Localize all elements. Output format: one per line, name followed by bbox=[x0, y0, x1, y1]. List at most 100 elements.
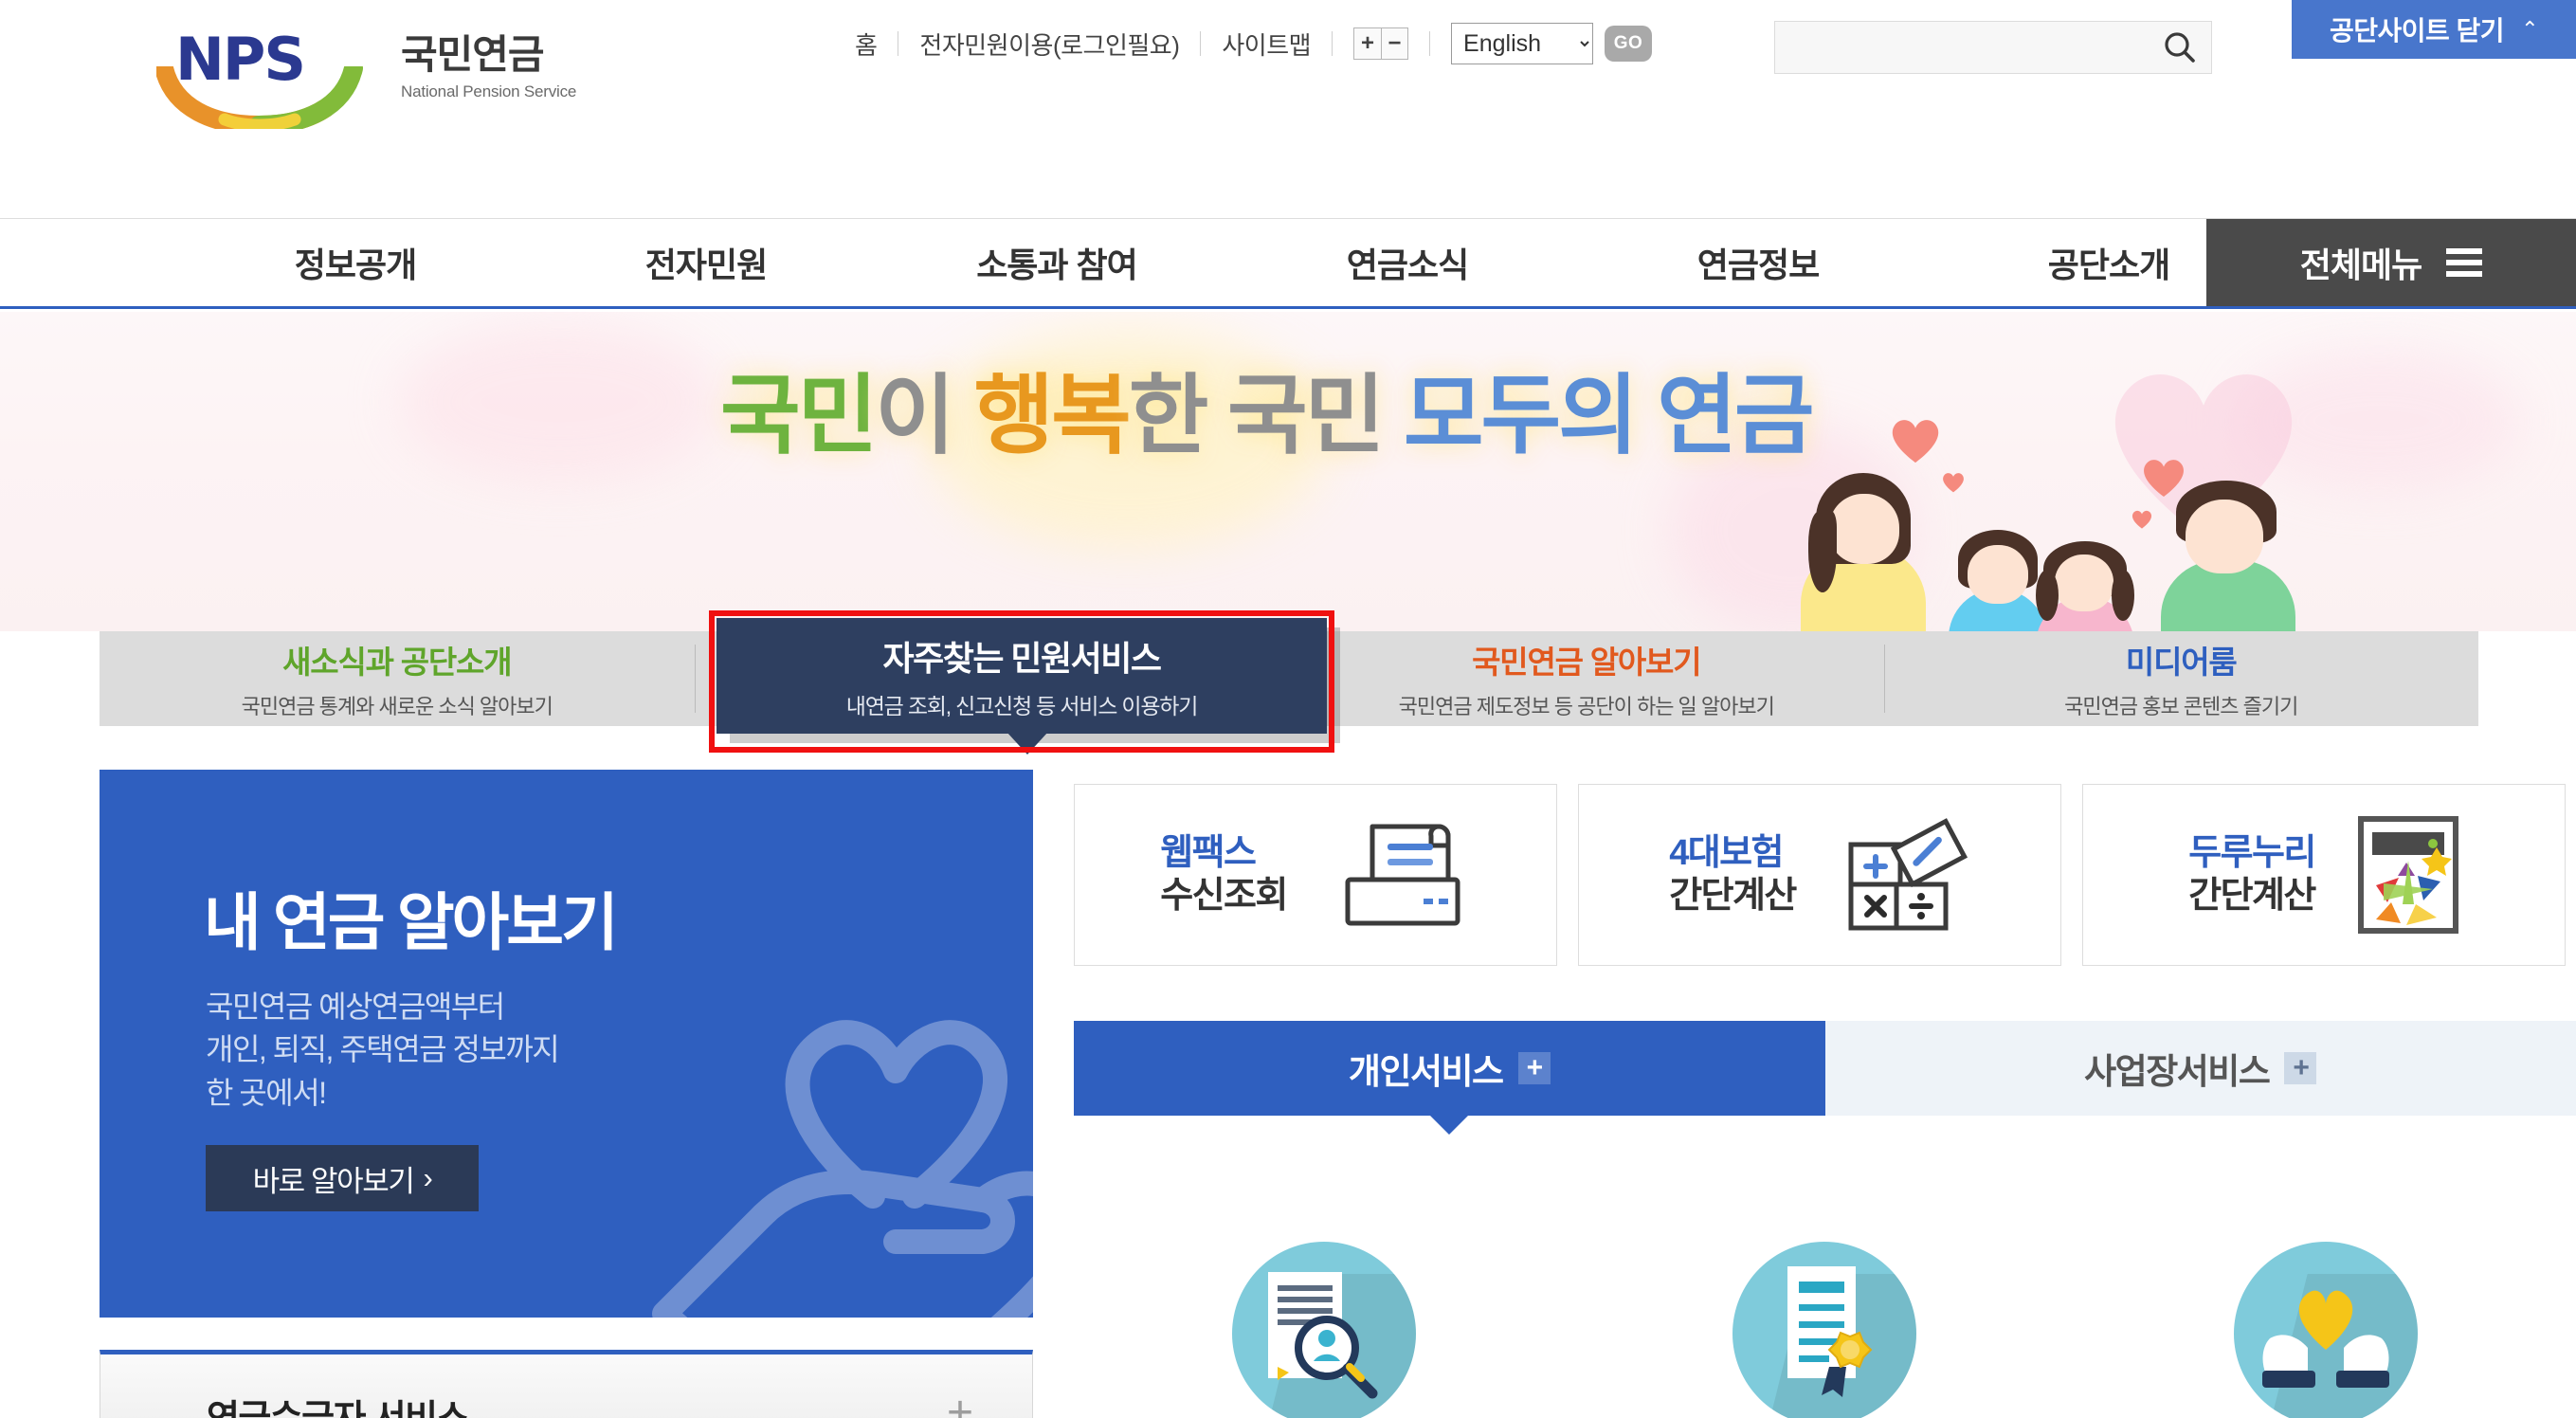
my-pension-cta-button[interactable]: 바로 알아보기 › bbox=[206, 1145, 479, 1211]
service-card-text: 웹팩스 수신조회 bbox=[1160, 832, 1288, 918]
logo-korean-block: 국민연금 National Pension Service bbox=[401, 23, 576, 101]
search-icon bbox=[2165, 32, 2195, 63]
tab-workplace-service-expand-icon: + bbox=[2284, 1052, 2317, 1084]
nav-all-menu-label: 전체메뉴 bbox=[2299, 245, 2422, 284]
hero-title-part-5: 모두의 연금 bbox=[1403, 368, 1815, 464]
hamburger-menu-icon bbox=[2446, 248, 2483, 277]
font-decrease-button[interactable]: − bbox=[1381, 28, 1408, 59]
circle-background bbox=[1232, 1242, 1417, 1418]
font-increase-button[interactable]: + bbox=[1354, 28, 1382, 59]
pensioner-service-title: 연금수급자 서비스 bbox=[207, 1389, 469, 1418]
my-pension-desc-line-1: 국민연금 예상연금액부터 bbox=[206, 990, 505, 1024]
service-card-line1: 웹팩스 bbox=[1160, 833, 1257, 874]
service-icon-item-certificate[interactable] bbox=[1574, 1242, 2075, 1418]
service-icon-item-document-search[interactable] bbox=[1074, 1242, 1574, 1418]
tab-personal-service[interactable]: 개인서비스 + bbox=[1074, 1021, 1825, 1135]
quick-tab-subtitle: 국민연금 통계와 새로운 소식 알아보기 bbox=[241, 695, 553, 718]
family-illustration bbox=[1782, 369, 2388, 631]
duru-nuri-logo-icon bbox=[2357, 816, 2458, 934]
service-card-line1: 두루누리 bbox=[2188, 833, 2316, 874]
document-search-icon bbox=[1268, 1272, 1378, 1399]
quick-tab-news-and-about[interactable]: 새소식과 공단소개 국민연금 통계와 새로운 소식 알아보기 bbox=[100, 631, 695, 726]
my-pension-cta-label: 바로 알아보기 bbox=[252, 1164, 415, 1198]
chevron-right-icon: › bbox=[423, 1161, 433, 1194]
my-pension-title: 내 연금 알아보기 bbox=[204, 887, 619, 957]
nps-logo[interactable]: NPS 국민연금 National Pension Service bbox=[156, 21, 602, 129]
fax-machine-icon bbox=[1345, 824, 1460, 926]
page-root: NPS 국민연금 National Pension Service 홈 전자민원… bbox=[0, 0, 2576, 1418]
my-pension-panel[interactable]: 내 연금 알아보기 국민연금 예상연금액부터 개인, 퇴직, 주택연금 정보까지… bbox=[100, 770, 1033, 1318]
hero-title-part-2: 이 bbox=[875, 368, 974, 464]
language-select[interactable]: English bbox=[1451, 23, 1594, 64]
tab-workplace-service[interactable]: 사업장서비스 + bbox=[1824, 1021, 2576, 1116]
utility-separator bbox=[1332, 31, 1333, 56]
logo-nps-text: NPS bbox=[175, 25, 306, 94]
logo-korean-text: 국민연금 bbox=[401, 32, 545, 77]
service-card-line2: 수신조회 bbox=[1160, 876, 1288, 916]
quick-tab-title: 새소식과 공단소개 bbox=[282, 645, 512, 680]
heart-decor-small-icon bbox=[2132, 510, 2152, 529]
service-tabs: 개인서비스 + 사업장서비스 + bbox=[1074, 1021, 2576, 1135]
quick-tab-active-subtitle: 내연금 조회, 신고신청 등 서비스 이용하기 bbox=[845, 694, 1199, 718]
circle-background bbox=[1732, 1242, 1917, 1418]
nav-all-menu-button[interactable]: 전체메뉴 bbox=[2206, 219, 2576, 306]
my-pension-desc-line-3: 한 곳에서! bbox=[206, 1075, 327, 1110]
quick-tab-learn-about-pension[interactable]: 국민연금 알아보기 국민연금 제도정보 등 공단이 하는 일 알아보기 bbox=[1289, 631, 1884, 726]
hero-title-part-4: 한 국민 bbox=[1128, 368, 1404, 464]
quick-tab-subtitle: 국민연금 제도정보 등 공단이 하는 일 알아보기 bbox=[1398, 695, 1775, 718]
hero-title-part-3: 행복 bbox=[973, 368, 1131, 464]
language-go-button[interactable]: GO bbox=[1605, 26, 1653, 62]
utility-links: 홈 전자민원이용(로그인필요) 사이트맵 + − English GO bbox=[834, 23, 1653, 64]
hands-heart-icon bbox=[2261, 1290, 2389, 1388]
service-card-webfax[interactable]: 웹팩스 수신조회 bbox=[1074, 784, 1557, 966]
quick-tab-pointer-icon bbox=[1007, 732, 1048, 754]
quick-tab-subtitle: 국민연금 홍보 콘텐츠 즐기기 bbox=[2064, 695, 2298, 718]
service-card-durunuri[interactable]: 두루누리 간단계산 bbox=[2082, 784, 2566, 966]
hero-title: 국민이 행복한 국민 모두의 연금 bbox=[720, 345, 1815, 471]
my-pension-desc-line-2: 개인, 퇴직, 주택연금 정보까지 bbox=[206, 1032, 560, 1067]
nav-item-e-civil-service[interactable]: 전자민원 bbox=[531, 219, 881, 306]
pensioner-service-expand-icon[interactable]: + bbox=[947, 1387, 973, 1418]
utility-link-sitemap[interactable]: 사이트맵 bbox=[1201, 27, 1332, 62]
heart-decor-icon bbox=[1892, 420, 1939, 464]
service-card-line2: 간단계산 bbox=[2188, 876, 2316, 916]
service-card-text: 두루누리 간단계산 bbox=[2188, 832, 2316, 918]
tab-active-pointer-icon bbox=[1430, 1116, 1469, 1135]
chevron-up-icon: ⌃ bbox=[2521, 17, 2539, 41]
service-card-line2: 간단계산 bbox=[1669, 876, 1797, 916]
utility-link-home[interactable]: 홈 bbox=[834, 27, 898, 62]
my-pension-description: 국민연금 예상연금액부터 개인, 퇴직, 주택연금 정보까지 한 곳에서! bbox=[206, 986, 560, 1115]
service-card-four-insurances[interactable]: 4대보험 간단계산 bbox=[1578, 784, 2061, 966]
service-icon-row bbox=[1074, 1242, 2576, 1418]
logo-wordmark: NPS bbox=[175, 25, 306, 94]
pensioner-service-card[interactable]: 연금수급자 서비스 + bbox=[100, 1350, 1033, 1418]
service-card-line1: 4대보험 bbox=[1669, 833, 1784, 874]
quick-tab-title: 국민연금 알아보기 bbox=[1472, 645, 1701, 680]
close-agency-site-label: 공단사이트 닫기 bbox=[2329, 16, 2505, 45]
hero-title-part-1: 국민 bbox=[720, 368, 878, 464]
tab-personal-service-expand-icon: + bbox=[1517, 1052, 1551, 1084]
site-search bbox=[1774, 21, 2212, 74]
quick-tab-frequent-civil-services[interactable]: 자주찾는 민원서비스 내연금 조회, 신고신청 등 서비스 이용하기 bbox=[717, 618, 1327, 734]
search-input[interactable] bbox=[1775, 22, 2149, 73]
quick-tab-media-room[interactable]: 미디어룸 국민연금 홍보 콘텐츠 즐기기 bbox=[1883, 631, 2479, 726]
tab-workplace-service-label: 사업장서비스 bbox=[2084, 1052, 2271, 1091]
nav-item-pension-info[interactable]: 연금정보 bbox=[1583, 219, 1933, 306]
close-agency-site-button[interactable]: 공단사이트 닫기 ⌃ bbox=[2292, 0, 2576, 59]
nav-item-communication[interactable]: 소통과 참여 bbox=[881, 219, 1232, 306]
hands-heart-watermark-icon bbox=[652, 1020, 1033, 1318]
service-icon-item-hands-heart[interactable] bbox=[2076, 1242, 2576, 1418]
logo-english-text: National Pension Service bbox=[401, 82, 577, 100]
heart-decor-icon bbox=[2144, 460, 2184, 497]
certificate-seal-icon bbox=[1787, 1266, 1873, 1397]
search-button[interactable] bbox=[2149, 22, 2211, 73]
nav-item-information-disclosure[interactable]: 정보공개 bbox=[180, 219, 531, 306]
heart-decor-small-icon bbox=[1943, 473, 1964, 493]
utility-link-civil-service[interactable]: 전자민원이용(로그인필요) bbox=[898, 27, 1200, 62]
service-card-text: 4대보험 간단계산 bbox=[1669, 832, 1797, 918]
calculator-icon bbox=[1848, 818, 1968, 931]
main-navigation: 정보공개 전자민원 소통과 참여 연금소식 연금정보 공단소개 전체메뉴 bbox=[0, 218, 2576, 309]
nav-item-pension-news[interactable]: 연금소식 bbox=[1232, 219, 1583, 306]
service-card-row: 웹팩스 수신조회 4대보험 간단계산 두루누리 간단계산 bbox=[1074, 784, 2566, 966]
tab-personal-service-label: 개인서비스 bbox=[1348, 1052, 1504, 1091]
